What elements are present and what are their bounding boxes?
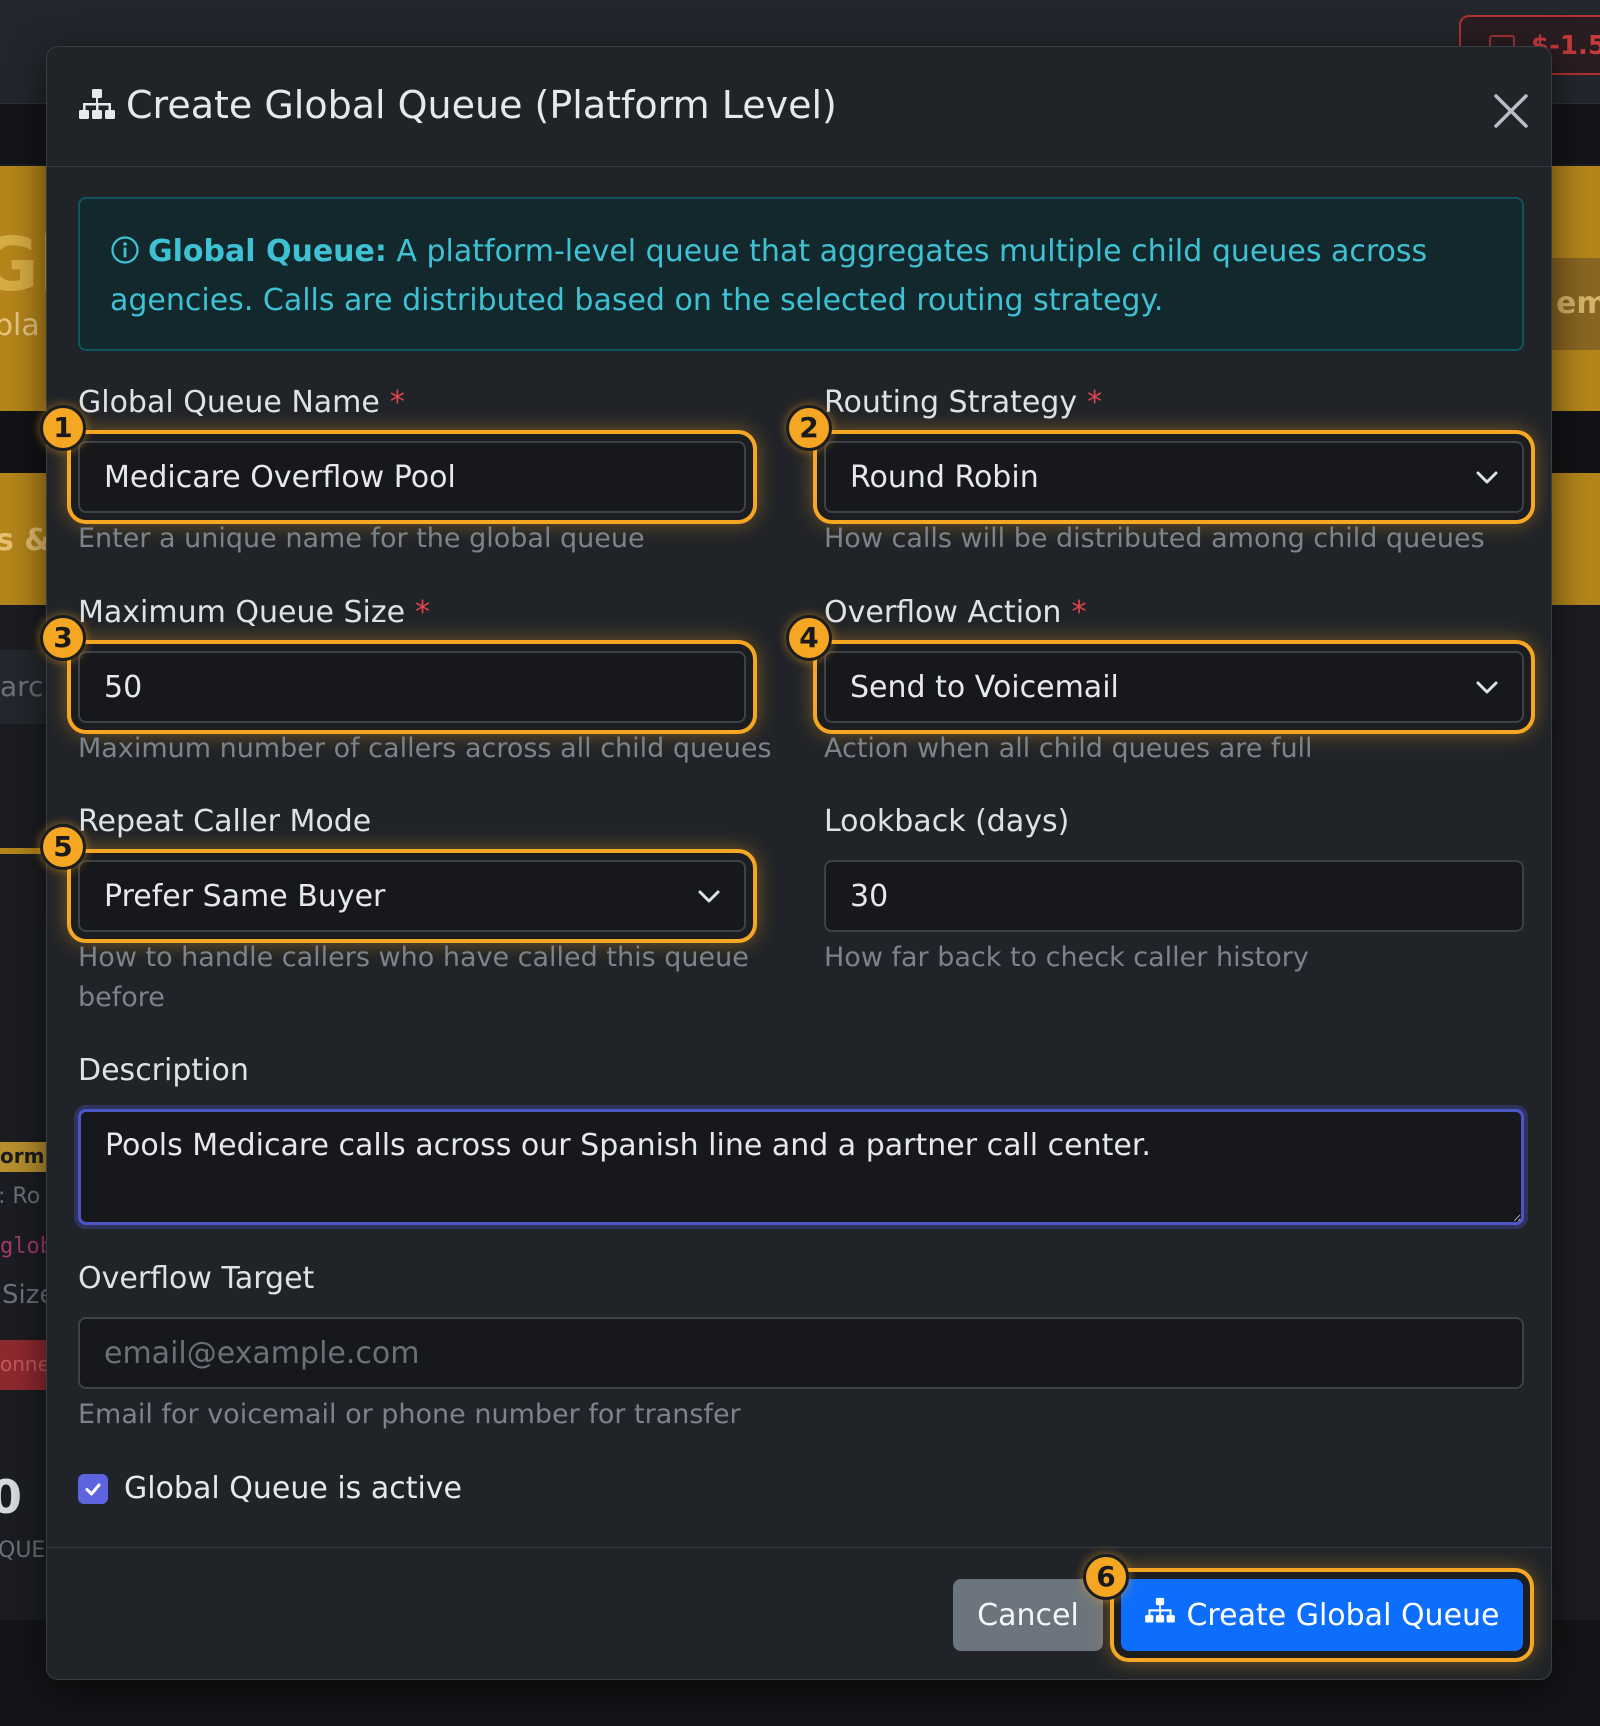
step-marker-6: 6 (1083, 1554, 1129, 1600)
repeat-caller-value: Prefer Same Buyer (104, 878, 386, 914)
overflow-target-input[interactable] (78, 1317, 1524, 1389)
description-label: Description (78, 1053, 249, 1088)
row-text: : Ro (0, 1184, 41, 1209)
required-indicator: * (415, 595, 431, 630)
repeat-caller-help: How to handle callers who have called th… (78, 942, 749, 1013)
hero-subtitle: pla (0, 308, 40, 343)
sitemap-icon (78, 87, 116, 131)
create-global-queue-modal: Create Global Queue (Platform Level) Glo… (40, 46, 1552, 1680)
platform-badge: orm (0, 1142, 46, 1172)
overflow-action-select[interactable]: Send to Voicemail (824, 651, 1524, 723)
step-marker-2: 2 (786, 405, 832, 451)
close-icon (1494, 94, 1528, 128)
lookback-help: How far back to check caller history (824, 942, 1309, 973)
modal-header: Create Global Queue (Platform Level) (47, 47, 1551, 167)
stat-value: 0 (0, 1470, 23, 1524)
active-checkbox-row: Global Queue is active (78, 1471, 462, 1506)
checkmark-icon (85, 1483, 101, 1495)
max-queue-size-input[interactable] (78, 651, 746, 723)
modal-footer: Cancel Create Global Queue 6 (47, 1547, 1551, 1679)
overflow-target-label: Overflow Target (78, 1261, 315, 1296)
modal-title: Create Global Queue (Platform Level) (78, 83, 837, 131)
info-circle-icon (110, 233, 140, 278)
routing-strategy-value: Round Robin (850, 459, 1039, 495)
active-checkbox[interactable] (78, 1473, 108, 1504)
routing-strategy-label-text: Routing Strategy (824, 385, 1078, 420)
step-marker-5: 5 (40, 824, 86, 870)
max-queue-size-help: Maximum number of callers across all chi… (78, 733, 772, 764)
overflow-action-help: Action when all child queues are full (824, 733, 1313, 764)
max-queue-size-label: Maximum Queue Size * (78, 595, 430, 630)
sitemap-icon (1144, 1597, 1176, 1633)
routing-strategy-label: Routing Strategy * (824, 385, 1102, 420)
cancel-button[interactable]: Cancel (953, 1579, 1103, 1651)
chevron-down-icon (698, 890, 720, 903)
lookback-label: Lookback (days) (824, 804, 1070, 839)
lookback-days-input[interactable] (824, 860, 1524, 932)
section-label: s & (0, 523, 51, 558)
description-textarea[interactable]: Pools Medicare calls across our Spanish … (78, 1109, 1524, 1225)
overflow-target-help: Email for voicemail or phone number for … (78, 1399, 741, 1430)
step-marker-4: 4 (786, 615, 832, 661)
queue-name-label-text: Global Queue Name (78, 385, 380, 420)
modal-title-text: Create Global Queue (Platform Level) (126, 83, 837, 127)
required-indicator: * (1071, 595, 1087, 630)
queue-name-help: Enter a unique name for the global queue (78, 523, 645, 554)
repeat-caller-select[interactable]: Prefer Same Buyer (78, 860, 746, 932)
status-badge: onne (0, 1340, 50, 1390)
queue-name-input[interactable] (78, 441, 746, 513)
repeat-caller-label: Repeat Caller Mode (78, 804, 372, 839)
required-indicator: * (1087, 385, 1103, 420)
required-indicator: * (389, 385, 405, 420)
overflow-action-label: Overflow Action * (824, 595, 1086, 630)
create-global-queue-button[interactable]: Create Global Queue (1121, 1579, 1523, 1651)
overflow-action-value: Send to Voicemail (850, 669, 1119, 705)
max-queue-size-label-text: Maximum Queue Size (78, 595, 406, 630)
stat-label: QUE (0, 1538, 46, 1563)
alert-heading: Global Queue: (148, 234, 387, 269)
active-checkbox-label[interactable]: Global Queue is active (124, 1471, 462, 1506)
overflow-action-label-text: Overflow Action (824, 595, 1062, 630)
queue-name-label: Global Queue Name * (78, 385, 405, 420)
routing-strategy-help: How calls will be distributed among chil… (824, 523, 1485, 554)
step-marker-1: 1 (40, 405, 86, 451)
step-marker-3: 3 (40, 615, 86, 661)
info-alert: Global Queue: A platform-level queue tha… (78, 197, 1524, 351)
chevron-down-icon (1476, 471, 1498, 484)
chevron-down-icon (1476, 681, 1498, 694)
close-button[interactable] (1487, 87, 1535, 135)
create-button-label: Create Global Queue (1186, 1597, 1500, 1633)
routing-strategy-select[interactable]: Round Robin (824, 441, 1524, 513)
